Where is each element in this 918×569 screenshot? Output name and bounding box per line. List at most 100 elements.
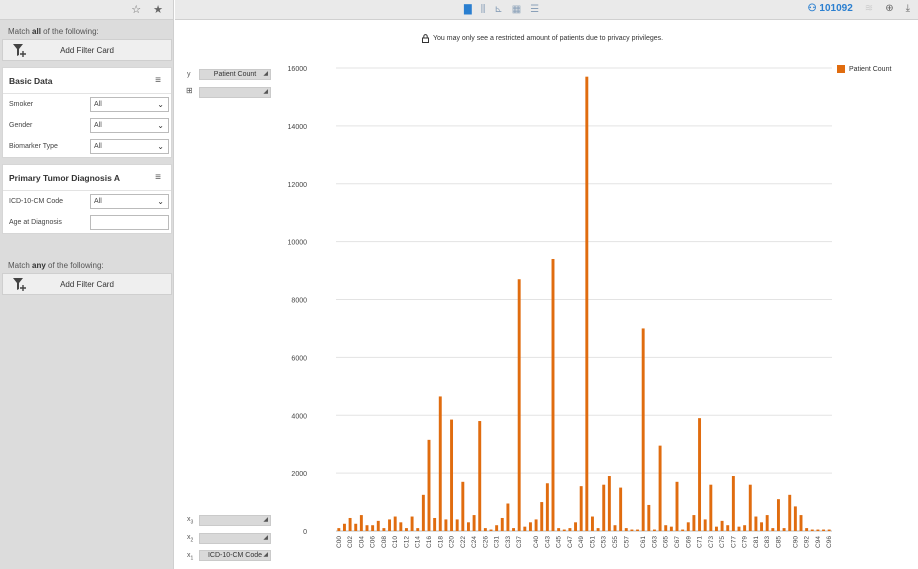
x-tick-label: C63: [651, 536, 658, 548]
x-tick-label: C18: [437, 536, 444, 548]
smoker-label: Smoker: [9, 101, 34, 108]
match-any-heading: Match any of the following:: [8, 261, 104, 270]
bar-c43: [545, 483, 549, 531]
x-tick-label: C83: [764, 536, 771, 548]
bar-c64: [658, 445, 662, 531]
bar-c69: [686, 522, 690, 531]
bar-c03: [354, 523, 358, 531]
bar-c62: [647, 504, 651, 531]
x-tick-label: C90: [792, 536, 799, 548]
bar-c74: [714, 526, 718, 531]
legend-swatch: [837, 65, 845, 73]
bar-c48: [574, 522, 578, 531]
bar-c85: [776, 499, 780, 531]
bar-c26: [483, 528, 487, 531]
bar-c81: [754, 516, 758, 531]
bar-c07: [376, 520, 380, 531]
y-tick-label: 10000: [288, 240, 308, 247]
add-filter-card-label: Add Filter Card: [60, 45, 114, 55]
bar-c50: [585, 76, 589, 532]
filter-add-icon: [13, 44, 26, 57]
bar-c65: [664, 525, 668, 531]
bar-c33: [506, 503, 510, 531]
bar-c83: [765, 515, 769, 531]
y-tick-label: 0: [303, 529, 307, 536]
bar-c60: [636, 529, 640, 531]
x-tick-label: C47: [567, 536, 574, 548]
bar-c76: [726, 525, 730, 531]
filter-panel: ☆ ★ Match all of the following: Add Filt…: [0, 0, 174, 569]
icd-code-label: ICD-10-CM Code: [9, 198, 64, 205]
card-menu-icon[interactable]: ≡: [155, 75, 161, 86]
gender-select[interactable]: All ⌄: [90, 118, 169, 133]
biomarker-type-row: Biomarker Type All ⌄: [3, 136, 171, 157]
x-tick-label: C53: [601, 536, 608, 548]
y-tick-label: 12000: [288, 182, 308, 189]
smoker-row: Smoker All ⌄: [3, 94, 171, 115]
bar-c12: [404, 528, 408, 531]
bar-c61: [641, 328, 645, 531]
x-tick-label: C51: [589, 536, 596, 548]
star-icon[interactable]: ☆: [131, 3, 141, 16]
filter-add-icon: [13, 278, 26, 291]
x-tick-label: C20: [449, 536, 456, 548]
lock-icon: [422, 34, 429, 43]
bar-chart-icon[interactable]: ▇: [464, 4, 472, 16]
x-tick-label: C24: [471, 536, 478, 548]
chevron-down-icon: ⌄: [157, 142, 164, 151]
scatter-plot-icon[interactable]: ⊾: [494, 4, 502, 16]
bar-c49: [579, 486, 583, 531]
bar-c80: [748, 484, 752, 531]
star-settings-icon[interactable]: ★: [153, 3, 163, 16]
x-tick-label: C22: [460, 536, 467, 548]
privacy-notice-text: You may only see a restricted amount of …: [433, 35, 664, 42]
add-bookmark-icon[interactable]: ⊕: [885, 3, 893, 14]
bar-c20: [450, 419, 454, 531]
table-view-icon[interactable]: ☰: [530, 4, 539, 16]
bar-c55: [613, 525, 617, 531]
bar-c66: [669, 526, 673, 531]
x-tick-label: C43: [544, 536, 551, 548]
chart-toolbar: ▇ ⫼ ⊾ ▦ ☰ ⚇ 101092 ≋ ⊕ ⤓: [175, 0, 918, 20]
bar-c71: [698, 418, 702, 531]
x-tick-label: C49: [578, 536, 585, 548]
heatmap-icon[interactable]: ▦: [512, 4, 521, 16]
download-icon[interactable]: ⤓: [906, 3, 910, 14]
chart-legend[interactable]: Patient Count: [837, 65, 891, 73]
bar-c54: [607, 476, 611, 531]
bar-c46: [562, 529, 566, 531]
boxplot-icon[interactable]: ⫼: [481, 4, 486, 16]
bar-c32: [500, 517, 504, 531]
chart-type-switcher: ▇ ⫼ ⊾ ▦ ☰: [464, 4, 539, 16]
bar-c68: [681, 529, 685, 531]
x-tick-label: C12: [403, 536, 410, 548]
bar-c08: [382, 528, 386, 531]
bar-c91: [799, 515, 803, 531]
x-tick-label: C69: [685, 536, 692, 548]
icd-code-select[interactable]: All ⌄: [90, 194, 169, 209]
chevron-down-icon: ⌄: [157, 197, 164, 206]
smoker-select-value: All: [94, 101, 102, 108]
x-tick-label: C55: [612, 536, 619, 548]
match-all-heading: Match all of the following:: [8, 27, 99, 36]
patient-count-value: 101092: [819, 3, 853, 14]
y-tick-label: 14000: [288, 124, 308, 131]
x-tick-label: C45: [556, 536, 563, 548]
x-tick-label: C16: [426, 536, 433, 548]
bar-c75: [720, 520, 724, 531]
x-tick-label: C10: [392, 536, 399, 548]
card-menu-icon[interactable]: ≡: [155, 172, 161, 183]
bar-c06: [371, 525, 375, 531]
bar-c25: [478, 421, 482, 531]
biomarker-type-select[interactable]: All ⌄: [90, 139, 169, 154]
add-filter-card-button-any[interactable]: Add Filter Card: [2, 273, 172, 295]
layers-icon[interactable]: ≋: [865, 3, 873, 14]
age-at-diagnosis-label: Age at Diagnosis: [9, 219, 62, 226]
bar-c21: [455, 519, 459, 531]
bar-c38: [523, 526, 527, 531]
x-tick-label: C65: [663, 536, 670, 548]
chevron-down-icon: ⌄: [157, 100, 164, 109]
smoker-select[interactable]: All ⌄: [90, 97, 169, 112]
age-at-diagnosis-input[interactable]: [90, 215, 169, 230]
add-filter-card-button[interactable]: Add Filter Card: [2, 39, 172, 61]
